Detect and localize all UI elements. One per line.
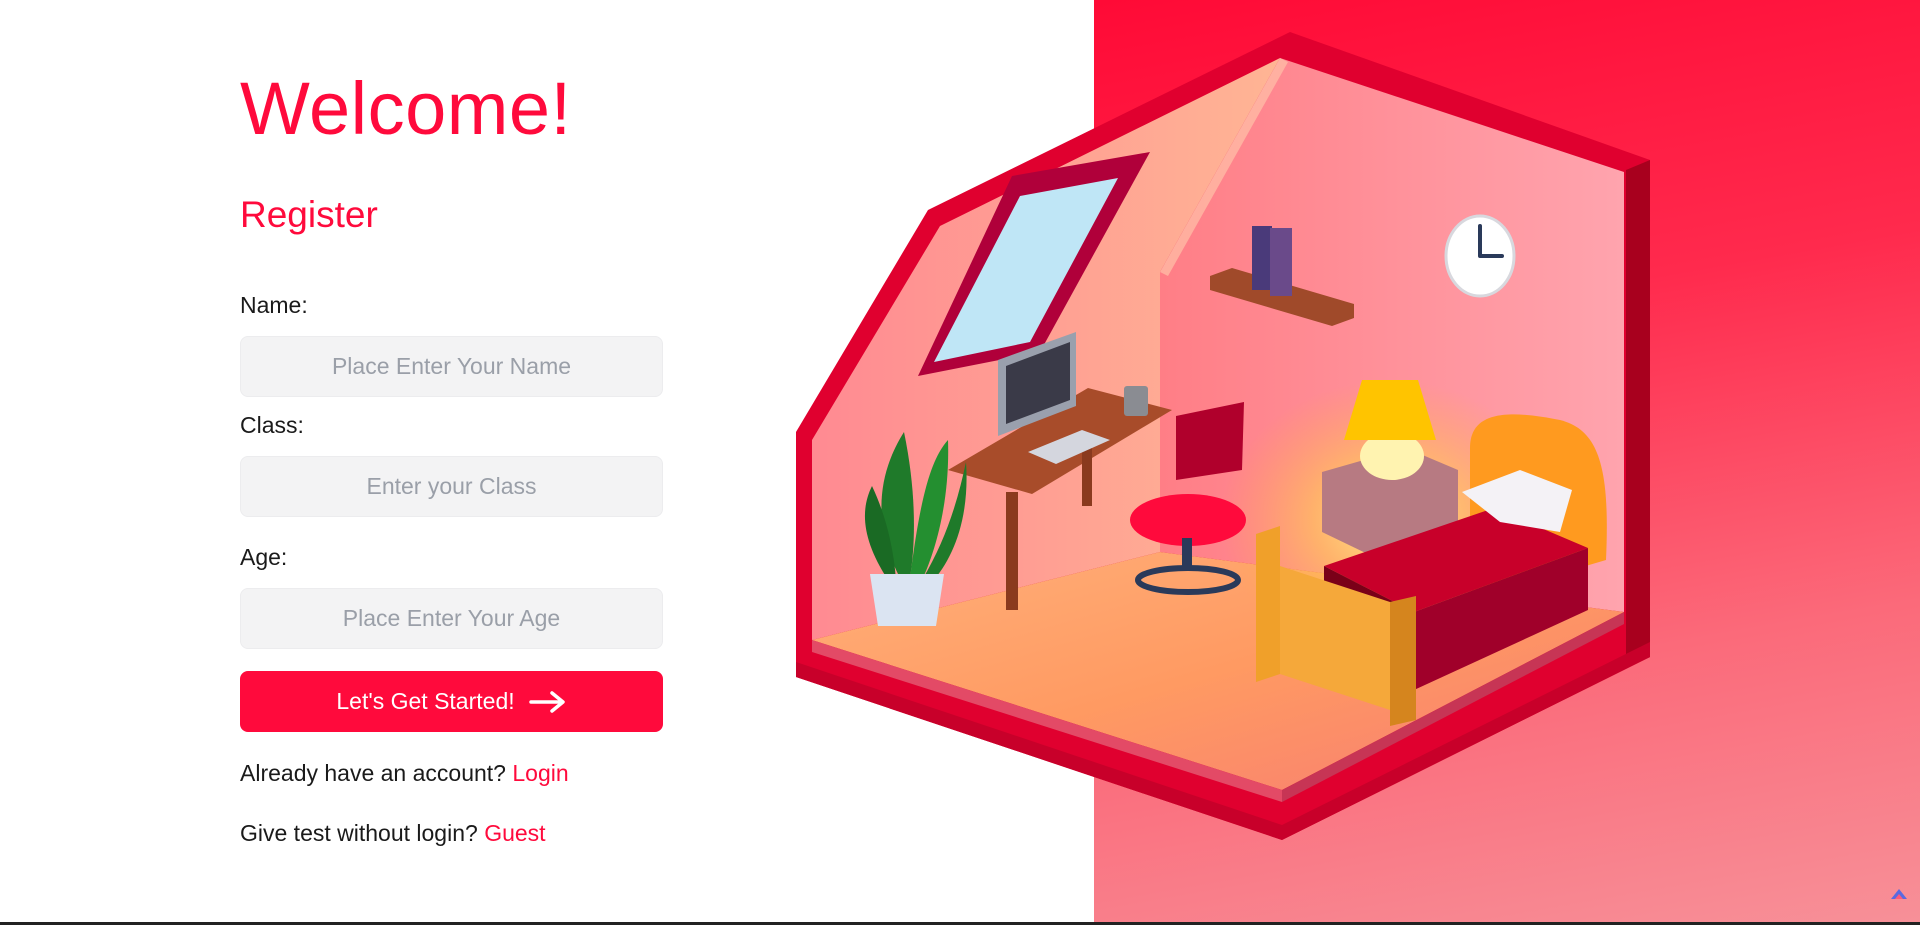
- house-shell-right-side: [1626, 160, 1650, 668]
- desk-leg: [1006, 492, 1018, 610]
- book: [1252, 226, 1272, 290]
- isometric-bedroom-illustration: [796, 32, 1650, 840]
- clock-icon: [1444, 214, 1516, 298]
- mug: [1124, 386, 1148, 416]
- desk-leg: [1082, 448, 1092, 506]
- book: [1270, 228, 1292, 296]
- corner-logo-icon: [1890, 887, 1908, 905]
